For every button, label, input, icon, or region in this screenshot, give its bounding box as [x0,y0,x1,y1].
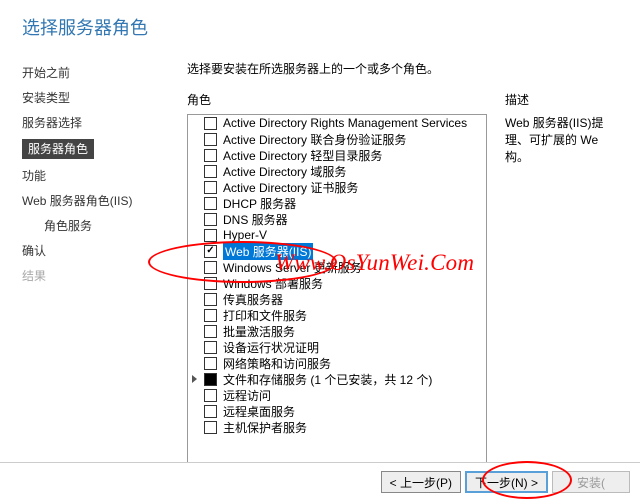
role-label: Windows 部署服务 [223,275,323,292]
role-checkbox[interactable] [204,405,217,418]
role-row-6[interactable]: DNS 服务器 [188,211,486,227]
role-checkbox[interactable] [204,229,217,242]
role-checkbox[interactable] [204,213,217,226]
role-checkbox[interactable] [204,293,217,306]
role-row-14[interactable]: 设备运行状况证明 [188,339,486,355]
role-row-8[interactable]: Web 服务器(IIS) [188,243,486,259]
role-row-12[interactable]: 打印和文件服务 [188,307,486,323]
role-row-17[interactable]: 远程访问 [188,387,486,403]
role-row-15[interactable]: 网络策略和访问服务 [188,355,486,371]
role-row-5[interactable]: DHCP 服务器 [188,195,486,211]
role-label: Active Directory 证书服务 [223,179,358,196]
role-row-13[interactable]: 批量激活服务 [188,323,486,339]
role-checkbox[interactable] [204,325,217,338]
description-header: 描述 [505,91,640,108]
role-label: 传真服务器 [223,291,283,308]
page-title: 选择服务器角色 [22,14,620,40]
role-label: 文件和存储服务 (1 个已安装，共 12 个) [223,371,432,388]
role-label: DNS 服务器 [223,211,288,228]
role-checkbox[interactable] [204,133,217,146]
next-button[interactable]: 下一步(N) > [465,471,548,493]
role-checkbox[interactable] [204,309,217,322]
role-row-2[interactable]: Active Directory 轻型目录服务 [188,147,486,163]
role-label: Active Directory 轻型目录服务 [223,147,382,164]
sidebar-item-6[interactable]: 角色服务 [22,213,187,238]
role-checkbox[interactable] [204,245,217,258]
role-row-16[interactable]: 文件和存储服务 (1 个已安装，共 12 个) [188,371,486,387]
role-checkbox[interactable] [204,277,217,290]
sidebar-item-1[interactable]: 安装类型 [22,85,187,110]
sidebar-item-5[interactable]: Web 服务器角色(IIS) [22,188,187,213]
sidebar-item-3[interactable]: 服务器角色 [22,135,187,163]
role-row-4[interactable]: Active Directory 证书服务 [188,179,486,195]
role-checkbox[interactable] [204,181,217,194]
sidebar-item-7[interactable]: 确认 [22,238,187,263]
sidebar-item-8: 结果 [22,263,187,288]
role-label: Active Directory 联合身份验证服务 [223,131,406,148]
sidebar-item-2[interactable]: 服务器选择 [22,110,187,135]
role-label: 远程桌面服务 [223,403,295,420]
role-checkbox[interactable] [204,389,217,402]
role-label: Web 服务器(IIS) [223,243,313,260]
role-label: DHCP 服务器 [223,195,296,212]
role-row-3[interactable]: Active Directory 域服务 [188,163,486,179]
roles-header: 角色 [187,91,487,108]
install-button: 安装( [552,471,630,493]
role-checkbox[interactable] [204,357,217,370]
role-checkbox[interactable] [204,149,217,162]
role-label: 批量激活服务 [223,323,295,340]
role-checkbox[interactable] [204,197,217,210]
role-row-9[interactable]: Windows Server 更新服务 [188,259,486,275]
wizard-footer: < 上一步(P) 下一步(N) > 安装( [0,462,640,501]
role-row-18[interactable]: 远程桌面服务 [188,403,486,419]
role-label: 远程访问 [223,387,271,404]
role-checkbox[interactable] [204,261,217,274]
role-row-1[interactable]: Active Directory 联合身份验证服务 [188,131,486,147]
role-checkbox[interactable] [204,117,217,130]
wizard-sidebar: 开始之前安装类型服务器选择服务器角色功能Web 服务器角色(IIS)角色服务确认… [22,60,187,478]
role-row-19[interactable]: 主机保护者服务 [188,419,486,435]
roles-listbox[interactable]: Active Directory Rights Management Servi… [187,114,487,478]
role-checkbox[interactable] [204,341,217,354]
role-label: 打印和文件服务 [223,307,307,324]
role-checkbox[interactable] [204,165,217,178]
role-row-0[interactable]: Active Directory Rights Management Servi… [188,115,486,131]
role-label: Windows Server 更新服务 [223,259,362,276]
role-label: 设备运行状况证明 [223,339,319,356]
role-label: Active Directory 域服务 [223,163,346,180]
role-label: 网络策略和访问服务 [223,355,331,372]
sidebar-item-0[interactable]: 开始之前 [22,60,187,85]
sidebar-item-4[interactable]: 功能 [22,163,187,188]
role-row-7[interactable]: Hyper-V [188,227,486,243]
role-row-10[interactable]: Windows 部署服务 [188,275,486,291]
role-checkbox[interactable] [204,373,217,386]
role-label: 主机保护者服务 [223,419,307,436]
previous-button[interactable]: < 上一步(P) [381,471,461,493]
description-text: Web 服务器(IIS)提 理、可扩展的 We 构。 [505,114,640,165]
role-label: Hyper-V [223,228,267,242]
instruction-text: 选择要安装在所选服务器上的一个或多个角色。 [187,60,640,77]
role-label: Active Directory Rights Management Servi… [223,116,467,130]
role-checkbox[interactable] [204,421,217,434]
role-row-11[interactable]: 传真服务器 [188,291,486,307]
